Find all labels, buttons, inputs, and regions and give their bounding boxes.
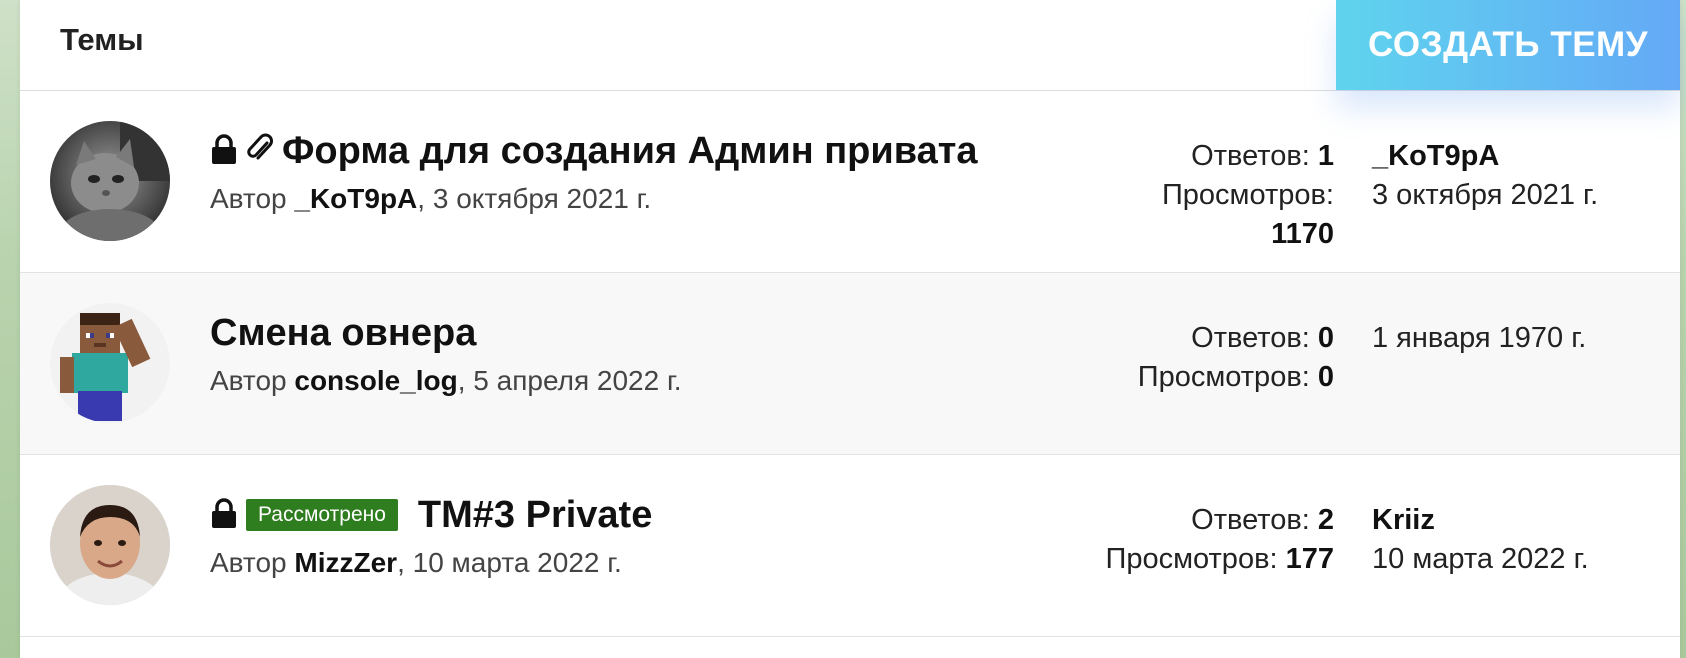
author-link[interactable]: console_log [294, 365, 457, 396]
thread-date: , 3 октября 2021 г. [417, 183, 652, 214]
last-post: Kriiz 10 марта 2022 г. [1372, 501, 1589, 579]
author-link[interactable]: _KoT9pA [294, 183, 417, 214]
last-post: _KoT9pA 3 октября 2021 г. [1372, 137, 1598, 215]
last-post-date[interactable]: 1 января 1970 г. [1372, 319, 1586, 358]
thread-meta: Автор _KoT9pA, 3 октября 2021 г. [210, 183, 651, 215]
thread-date: , 5 апреля 2022 г. [457, 365, 682, 396]
lock-icon [210, 497, 238, 534]
lock-icon [210, 133, 238, 170]
views-count: 177 [1285, 543, 1334, 575]
avatar[interactable] [50, 121, 170, 241]
views-label: Просмотров: [1137, 361, 1310, 393]
replies-label: Ответов: [1191, 504, 1310, 536]
replies-label: Ответов: [1191, 322, 1310, 354]
author-prefix: Автор [210, 183, 295, 214]
paperclip-icon [246, 133, 274, 170]
replies-count: 1 [1317, 140, 1334, 172]
views-count: 0 [1317, 361, 1334, 393]
avatar[interactable] [50, 485, 170, 605]
thread-meta: Автор console_log, 5 апреля 2022 г. [210, 365, 682, 397]
thread-row[interactable]: Форма для создания Админ привата Автор _… [20, 91, 1680, 273]
thread-stats: Ответов: 2 Просмотров: 177 [1106, 501, 1335, 579]
thread-title-link[interactable]: TM#3 Private [418, 494, 652, 537]
last-post-date[interactable]: 10 марта 2022 г. [1372, 540, 1589, 579]
thread-stats: Ответов: 1 Просмотров: 1170 [1162, 137, 1334, 254]
threads-header: Темы СОЗДАТЬ ТЕМУ [20, 0, 1680, 91]
thread-date: , 10 марта 2022 г. [397, 547, 622, 578]
thread-stats: Ответов: 0 Просмотров: 0 [1138, 319, 1334, 397]
avatar[interactable] [50, 303, 170, 423]
last-post-user[interactable]: _KoT9pA [1372, 140, 1499, 172]
thread-meta: Автор MizzZer, 10 марта 2022 г. [210, 547, 622, 579]
status-badge: Рассмотрено [246, 499, 398, 531]
last-post: 1 января 1970 г. [1372, 319, 1586, 358]
thread-title-link[interactable]: Форма для создания Админ привата [282, 130, 978, 173]
page-title: Темы [60, 22, 144, 57]
last-post-date[interactable]: 3 октября 2021 г. [1372, 176, 1598, 215]
author-prefix: Автор [210, 547, 295, 578]
replies-label: Ответов: [1191, 140, 1310, 172]
author-prefix: Автор [210, 365, 295, 396]
create-thread-button[interactable]: СОЗДАТЬ ТЕМУ [1336, 0, 1680, 90]
views-label: Просмотров: [1105, 543, 1278, 575]
thread-title-line: Рассмотрено TM#3 Private [210, 493, 652, 537]
author-link[interactable]: MizzZer [294, 547, 397, 578]
thread-title-line: Форма для создания Админ привата [210, 129, 978, 173]
thread-title-link[interactable]: Смена овнера [210, 312, 476, 355]
views-count: 1170 [1271, 218, 1334, 250]
replies-count: 0 [1317, 322, 1334, 354]
threads-panel: Темы СОЗДАТЬ ТЕМУ Форма для создания Адм… [20, 0, 1680, 658]
boy-avatar-image [50, 485, 170, 605]
cat-avatar-image [50, 121, 170, 241]
views-label: Просмотров: [1161, 179, 1334, 211]
thread-title-line: Смена овнера [210, 311, 476, 355]
thread-row[interactable]: Смена овнера Автор console_log, 5 апреля… [20, 273, 1680, 455]
replies-count: 2 [1317, 504, 1334, 536]
last-post-user[interactable]: Kriiz [1372, 504, 1435, 536]
thread-row[interactable]: Рассмотрено TM#3 Private Автор MizzZer, … [20, 455, 1680, 637]
minecraft-avatar-image [50, 303, 170, 423]
